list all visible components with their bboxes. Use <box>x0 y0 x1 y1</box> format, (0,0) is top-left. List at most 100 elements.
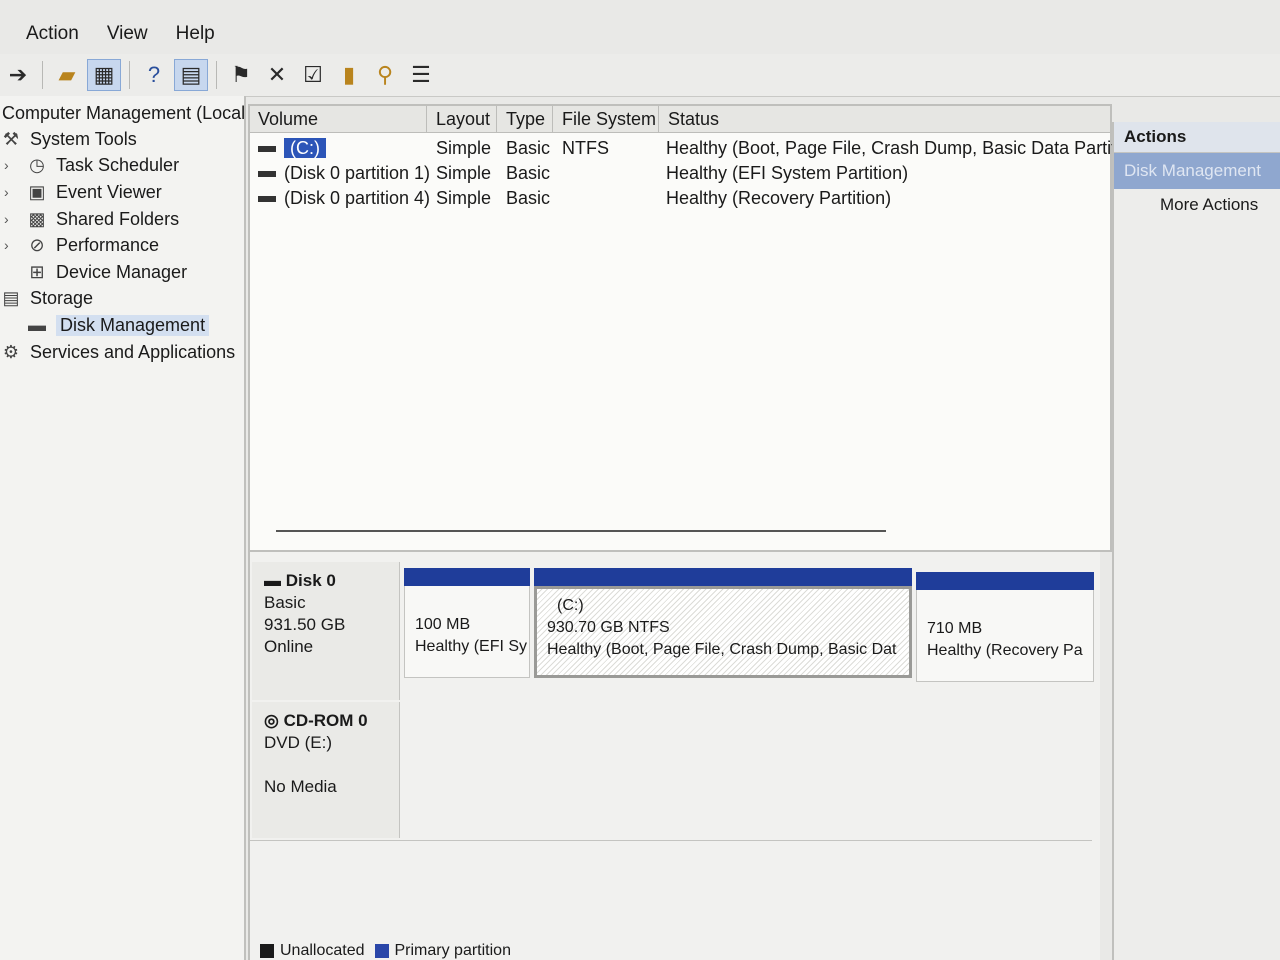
partition-efi[interactable]: 100 MB Healthy (EFI Sy <box>404 568 530 678</box>
tree-item-services[interactable]: ⚙ Services and Applications <box>0 339 235 365</box>
folder-up-icon[interactable]: ▰ <box>51 60 83 90</box>
partition-status: Healthy (Recovery Pa <box>927 642 1083 659</box>
menu-help[interactable]: Help <box>162 23 229 45</box>
partition-label <box>927 596 1083 618</box>
legend-primary: Primary partition <box>374 942 511 960</box>
tree-root[interactable]: Computer Management (Local <box>2 100 246 126</box>
volume-type: Basic <box>506 188 551 208</box>
disk-0-header[interactable]: ▬ Disk 0 Basic 931.50 GB Online <box>252 562 400 700</box>
tree-item-performance[interactable]: › ⊘ Performance <box>4 232 159 258</box>
chevron-right-icon[interactable]: › <box>4 184 16 200</box>
help-icon[interactable]: ? <box>138 60 170 90</box>
chevron-right-icon[interactable]: › <box>4 157 16 173</box>
volume-icon <box>258 146 276 153</box>
tree-item-storage[interactable]: ▤ Storage <box>0 285 93 311</box>
partition-recovery[interactable]: 710 MB Healthy (Recovery Pa <box>916 572 1094 682</box>
disk-size: 931.50 GB <box>264 615 346 634</box>
console-tree: Computer Management (Local ⚒ System Tool… <box>0 96 246 960</box>
volume-icon <box>258 171 276 178</box>
partition-body: (C:) 930.70 GB NTFS Healthy (Boot, Page … <box>534 586 912 678</box>
table-row[interactable]: (Disk 0 partition 4) Simple Basic Health… <box>250 186 1110 210</box>
partition-body: 100 MB Healthy (EFI Sy <box>404 586 530 678</box>
tree-item-disk-management[interactable]: ▬ Disk Management <box>26 312 210 338</box>
actions-pane: Actions Disk Management More Actions <box>1112 122 1280 960</box>
search-icon[interactable]: ⚲ <box>369 60 401 90</box>
partition-size: 710 MB <box>927 620 983 637</box>
volume-status: Healthy (Boot, Page File, Crash Dump, Ba… <box>666 138 1147 158</box>
more-actions-link[interactable]: More Actions <box>1114 189 1280 221</box>
tree-item-label: Device Manager <box>56 261 188 282</box>
device-manager-icon: ⊞ <box>29 261 45 282</box>
column-header-layout[interactable]: Layout <box>428 106 497 132</box>
show-hide-pane-icon[interactable]: ▤ <box>174 59 208 91</box>
table-row[interactable]: (Disk 0 partition 1) Simple Basic Health… <box>250 161 1110 185</box>
volume-list: Volume Layout Type File System Status (C… <box>248 104 1146 552</box>
delete-icon[interactable]: ✕ <box>261 60 293 90</box>
tree-item-device-manager[interactable]: ⊞ Device Manager <box>26 259 187 285</box>
connect-icon[interactable]: ⚑ <box>225 60 257 90</box>
cdrom-0-header[interactable]: ◎ CD-ROM 0 DVD (E:) No Media <box>252 702 400 838</box>
tree-root-label: Computer Management (Local <box>2 102 246 123</box>
volume-layout: Simple <box>436 138 492 158</box>
column-header-status[interactable]: Status <box>660 106 1108 132</box>
tree-item-label: Performance <box>56 234 160 255</box>
partition-bar <box>404 568 530 586</box>
volume-status: Healthy (Recovery Partition) <box>666 188 892 208</box>
tree-item-event-viewer[interactable]: › ▣ Event Viewer <box>4 179 162 205</box>
horizontal-scrollbar[interactable] <box>276 530 886 532</box>
volume-name: (Disk 0 partition 4) <box>284 188 431 208</box>
partition-c[interactable]: (C:) 930.70 GB NTFS Healthy (Boot, Page … <box>534 568 912 678</box>
volume-status: Healthy (EFI System Partition) <box>666 163 909 183</box>
properties-icon[interactable]: ☑ <box>297 60 329 90</box>
column-header-file-system[interactable]: File System <box>554 106 659 132</box>
services-icon: ⚙ <box>2 341 20 362</box>
tree-item-label: Disk Management <box>56 314 210 336</box>
disk-icon: ▬ <box>264 571 286 590</box>
volume-type: Basic <box>506 163 551 183</box>
tree-item-label: Storage <box>30 287 94 308</box>
forward-arrow-icon[interactable]: ➔ <box>2 60 34 90</box>
toolbar: ➔ ▰ ▦ ? ▤ ⚑ ✕ ☑ ▮ ⚲ ☰ <box>0 54 1280 97</box>
legend: Unallocated Primary partition <box>260 942 511 960</box>
tree-item-task-scheduler[interactable]: › ◷ Task Scheduler <box>4 152 179 178</box>
event-viewer-icon: ▣ <box>28 181 46 202</box>
storage-icon: ▤ <box>2 287 20 308</box>
divider <box>250 840 1092 841</box>
volume-layout: Simple <box>436 163 492 183</box>
volume-name: (C:) <box>284 138 326 158</box>
disk-settings-icon[interactable]: ▮ <box>333 60 365 90</box>
tree-item-system-tools[interactable]: ⚒ System Tools <box>0 126 137 152</box>
cdrom-drive: DVD (E:) <box>264 733 332 752</box>
actions-section-disk-management[interactable]: Disk Management <box>1114 153 1280 189</box>
toolbar-separator <box>42 61 43 89</box>
legend-swatch <box>374 943 389 958</box>
tree-item-shared-folders[interactable]: › ▩ Shared Folders <box>4 206 179 232</box>
chevron-right-icon[interactable]: › <box>4 211 16 227</box>
partition-label <box>415 592 519 614</box>
tree-item-label: Shared Folders <box>56 208 180 229</box>
partition-label: (C:) <box>557 597 584 614</box>
volume-type: Basic <box>506 138 551 158</box>
legend-swatch <box>260 943 274 958</box>
tree-item-label: Task Scheduler <box>56 154 180 175</box>
menu-action[interactable]: Action <box>0 23 93 45</box>
column-header-volume[interactable]: Volume <box>250 106 427 132</box>
partition-size: 930.70 GB NTFS <box>547 619 670 636</box>
menu-view[interactable]: View <box>93 23 162 45</box>
partition-status: Healthy (EFI Sy <box>415 638 528 655</box>
toolbar-separator <box>129 61 130 89</box>
legend-label: Unallocated <box>280 942 365 959</box>
volume-layout: Simple <box>436 188 492 208</box>
partition-size: 100 MB <box>415 616 471 633</box>
disk-icon: ▬ <box>28 314 46 335</box>
volume-list-header: Volume Layout Type File System Status <box>250 106 1110 133</box>
column-header-type[interactable]: Type <box>498 106 553 132</box>
console-tree-icon[interactable]: ▦ <box>87 59 121 91</box>
partition-status: Healthy (Boot, Page File, Crash Dump, Ba… <box>547 641 897 658</box>
table-row[interactable]: (C:) Simple Basic NTFS Healthy (Boot, Pa… <box>250 136 1146 160</box>
volume-fs: NTFS <box>562 138 609 158</box>
menu-bar: Action View Help <box>0 14 1280 54</box>
list-icon[interactable]: ☰ <box>405 60 437 90</box>
cdrom-title: CD-ROM 0 <box>283 711 368 730</box>
chevron-right-icon[interactable]: › <box>4 237 16 253</box>
